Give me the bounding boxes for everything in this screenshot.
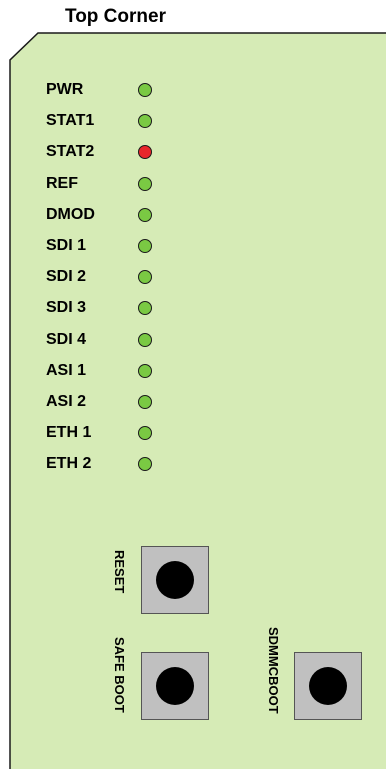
reset-button-knob — [156, 561, 194, 599]
sdmmc-boot-label: SDMMCBOOT — [266, 627, 281, 714]
led-row: REF — [46, 173, 152, 195]
safe-boot-label: SAFE BOOT — [112, 637, 127, 713]
led-label: STAT1 — [46, 112, 95, 130]
led-indicator-icon — [138, 363, 152, 378]
led-indicator-icon — [138, 457, 152, 472]
led-label: ASI 1 — [46, 361, 87, 379]
led-label: ETH 2 — [46, 455, 92, 473]
led-label: DMOD — [46, 205, 95, 223]
led-row: SDI 4 — [46, 329, 152, 351]
led-row: STAT2 — [46, 141, 152, 163]
led-row: ETH 2 — [46, 453, 152, 475]
led-label: SDI 1 — [46, 237, 87, 254]
led-row: SDI 2 — [46, 266, 152, 288]
led-indicator-icon — [138, 207, 152, 222]
reset-label: RESET — [112, 550, 127, 594]
led-indicator-icon — [138, 270, 152, 285]
led-indicator-icon — [138, 332, 152, 347]
reset-button[interactable] — [141, 546, 209, 614]
led-label: ASI 2 — [46, 393, 87, 410]
led-row: STAT1 — [46, 110, 152, 132]
led-row: SDI 1 — [46, 235, 152, 257]
led-row: ASI 2 — [46, 391, 152, 413]
led-indicator-icon — [138, 83, 152, 97]
led-label: REF — [46, 174, 78, 192]
led-label: SDI 3 — [46, 299, 87, 317]
led-indicator-icon — [138, 301, 152, 316]
led-indicator-icon — [138, 114, 152, 129]
safe-boot-button-knob — [156, 667, 194, 705]
sdmmc-boot-button[interactable] — [294, 652, 362, 720]
led-row: ASI 1 — [46, 360, 152, 382]
led-label: STAT2 — [46, 143, 95, 161]
led-row: DMOD — [46, 204, 152, 226]
led-indicator-icon — [138, 395, 152, 409]
safe-boot-button[interactable] — [141, 652, 209, 720]
led-row: ETH 1 — [46, 422, 152, 444]
led-row: PWR — [46, 79, 152, 101]
led-indicator-icon — [138, 239, 152, 253]
led-label: ETH 1 — [46, 424, 92, 442]
led-row: SDI 3 — [46, 297, 152, 319]
led-indicator-icon — [138, 426, 152, 441]
board-title: Top Corner — [65, 6, 166, 27]
led-indicator-icon — [138, 176, 152, 191]
led-label: PWR — [46, 81, 84, 98]
led-indicator-icon — [138, 145, 152, 160]
led-label: SDI 4 — [46, 330, 87, 348]
sdmmc-boot-button-knob — [309, 667, 347, 705]
led-label: SDI 2 — [46, 268, 87, 286]
